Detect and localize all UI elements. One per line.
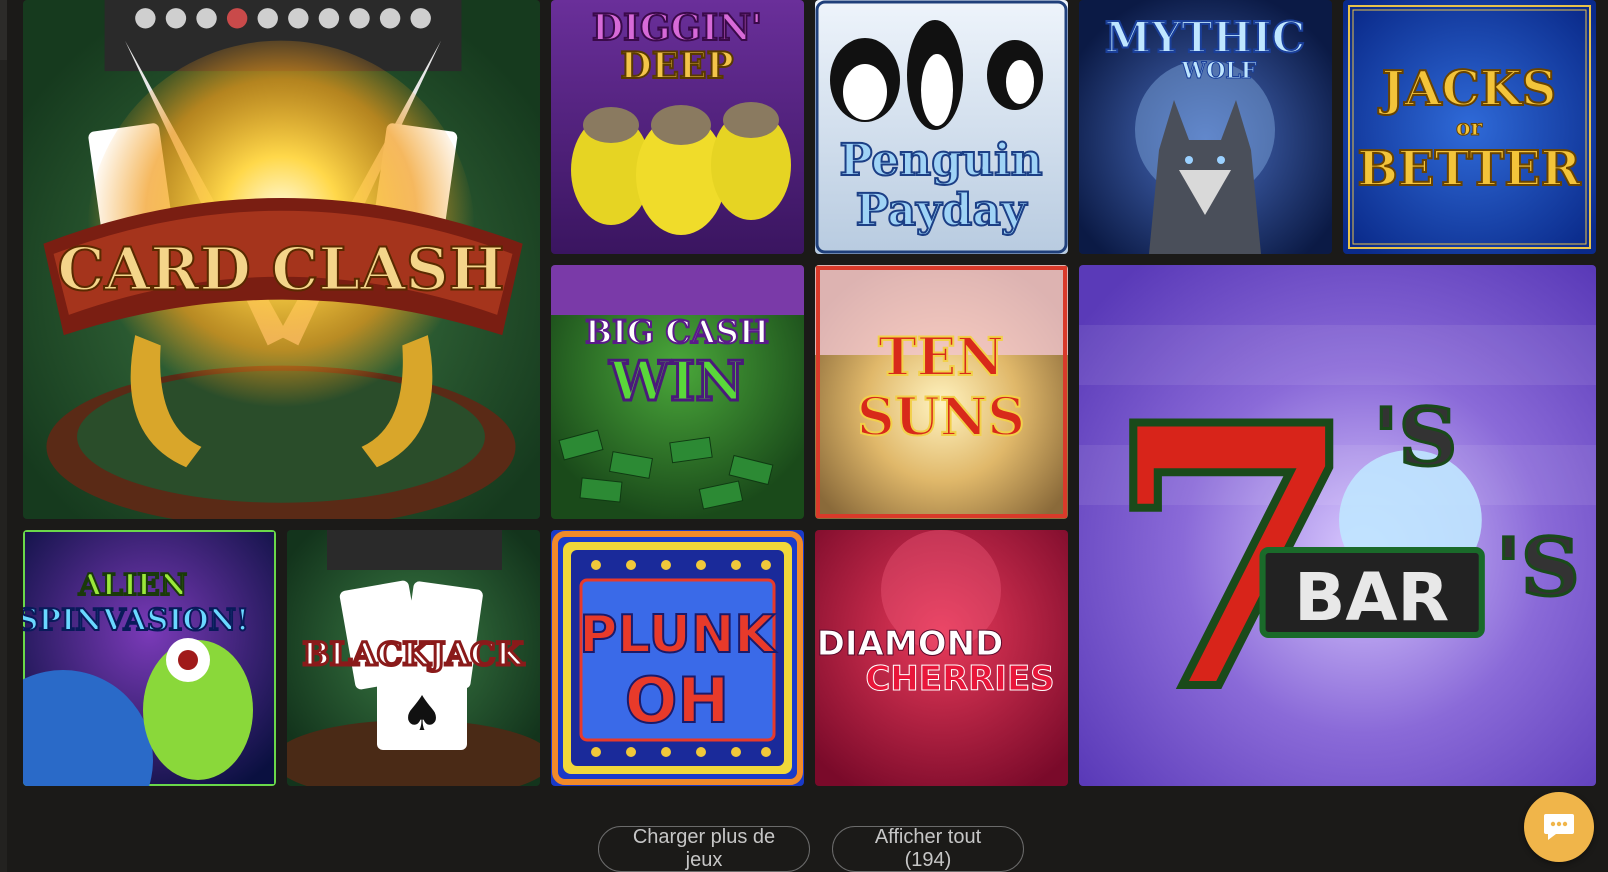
chat-button[interactable] — [1524, 792, 1594, 862]
chat-bubble-icon — [1544, 814, 1574, 840]
penguin-payday-artwork: Penguin Payday — [815, 0, 1068, 254]
game-tile-plunk-oh[interactable]: PLUNK OH — [551, 530, 804, 786]
game-tile-blackjack[interactable]: ♠ BLACKJACK — [287, 530, 540, 786]
diamond-cherries-title-1: DIAMOND — [817, 624, 1004, 664]
mythic-wolf-title-1: MYTHIC — [1105, 13, 1305, 62]
game-tile-alien-spinvasion[interactable]: ALIEN SPINVASION! — [23, 530, 276, 786]
spade-icon: ♠ — [400, 686, 443, 742]
sevens-bar-suffix-2: 'S — [1496, 521, 1580, 615]
alien-spinvasion-title-2: SPINVASION! — [23, 603, 249, 638]
sevens-bar-artwork: 7 'S 'S BAR — [1079, 265, 1596, 786]
plunk-oh-artwork: PLUNK OH — [551, 530, 804, 786]
jacks-or-better-title-1: JACKS — [1378, 61, 1557, 117]
game-tile-card-clash[interactable]: CARD CLASH — [23, 0, 540, 519]
big-cash-win-artwork: BIG CASH WIN — [551, 265, 804, 519]
jacks-or-better-title-3: BETTER — [1357, 141, 1581, 197]
card-clash-title: CARD CLASH — [57, 235, 504, 304]
game-tile-big-cash-win[interactable]: BIG CASH WIN — [551, 265, 804, 519]
diamond-cherries-title-2: CHERRIES — [865, 659, 1054, 699]
big-cash-win-title-2: WIN — [608, 349, 744, 413]
sevens-bar-suffix-1: 'S — [1374, 391, 1458, 485]
left-edge — [0, 0, 7, 872]
diamond-cherries-artwork: DIAMOND CHERRIES — [815, 530, 1068, 786]
mythic-wolf-title-2: WOLF — [1181, 58, 1257, 84]
blackjack-title: BLACKJACK — [303, 635, 525, 673]
jacks-or-better-artwork: JACKS or BETTER — [1343, 0, 1596, 254]
penguin-payday-title-2: Payday — [856, 185, 1028, 236]
mythic-wolf-artwork: MYTHIC WOLF — [1079, 0, 1332, 254]
game-tile-jacks-or-better[interactable]: JACKS or BETTER — [1343, 0, 1596, 254]
diggin-deep-title-1: DIGGIN' — [592, 7, 762, 49]
game-tile-mythic-wolf[interactable]: MYTHIC WOLF — [1079, 0, 1332, 254]
penguin-payday-title-1: Penguin — [839, 135, 1042, 186]
diggin-deep-artwork: DIGGIN' DEEP — [551, 0, 804, 254]
ten-suns-artwork: TEN SUNS — [815, 265, 1068, 519]
game-tile-sevens-bar[interactable]: 7 'S 'S BAR — [1079, 265, 1596, 786]
diggin-deep-title-2: DEEP — [620, 45, 733, 87]
plunk-oh-title-1: PLUNK — [579, 605, 776, 665]
alien-spinvasion-artwork: ALIEN SPINVASION! — [23, 530, 276, 786]
game-tile-diggin-deep[interactable]: DIGGIN' DEEP — [551, 0, 804, 254]
alien-spinvasion-title-1: ALIEN — [78, 568, 188, 603]
load-more-button[interactable]: Charger plus de jeux — [598, 826, 810, 872]
game-tile-penguin-payday[interactable]: Penguin Payday — [815, 0, 1068, 254]
show-all-button[interactable]: Afficher tout (194) — [832, 826, 1024, 872]
jacks-or-better-title-2: or — [1456, 115, 1483, 141]
lobby-actions: Charger plus de jeux Afficher tout (194) — [0, 826, 1608, 872]
game-tile-diamond-cherries[interactable]: DIAMOND CHERRIES — [815, 530, 1068, 786]
game-grid: CARD CLASH DIGGIN' DEEP Penguin Payday M… — [23, 0, 1599, 795]
big-cash-win-title-1: BIG CASH — [585, 313, 769, 351]
blackjack-artwork: ♠ BLACKJACK — [287, 530, 540, 786]
game-lobby-page: CARD CLASH DIGGIN' DEEP Penguin Payday M… — [0, 0, 1608, 872]
sevens-bar-bar: BAR — [1294, 559, 1449, 636]
card-clash-artwork: CARD CLASH — [23, 0, 540, 519]
ten-suns-title-1: TEN — [878, 327, 1004, 388]
plunk-oh-title-2: OH — [625, 664, 730, 737]
ten-suns-title-2: SUNS — [857, 387, 1025, 448]
game-tile-ten-suns[interactable]: TEN SUNS — [815, 265, 1068, 519]
